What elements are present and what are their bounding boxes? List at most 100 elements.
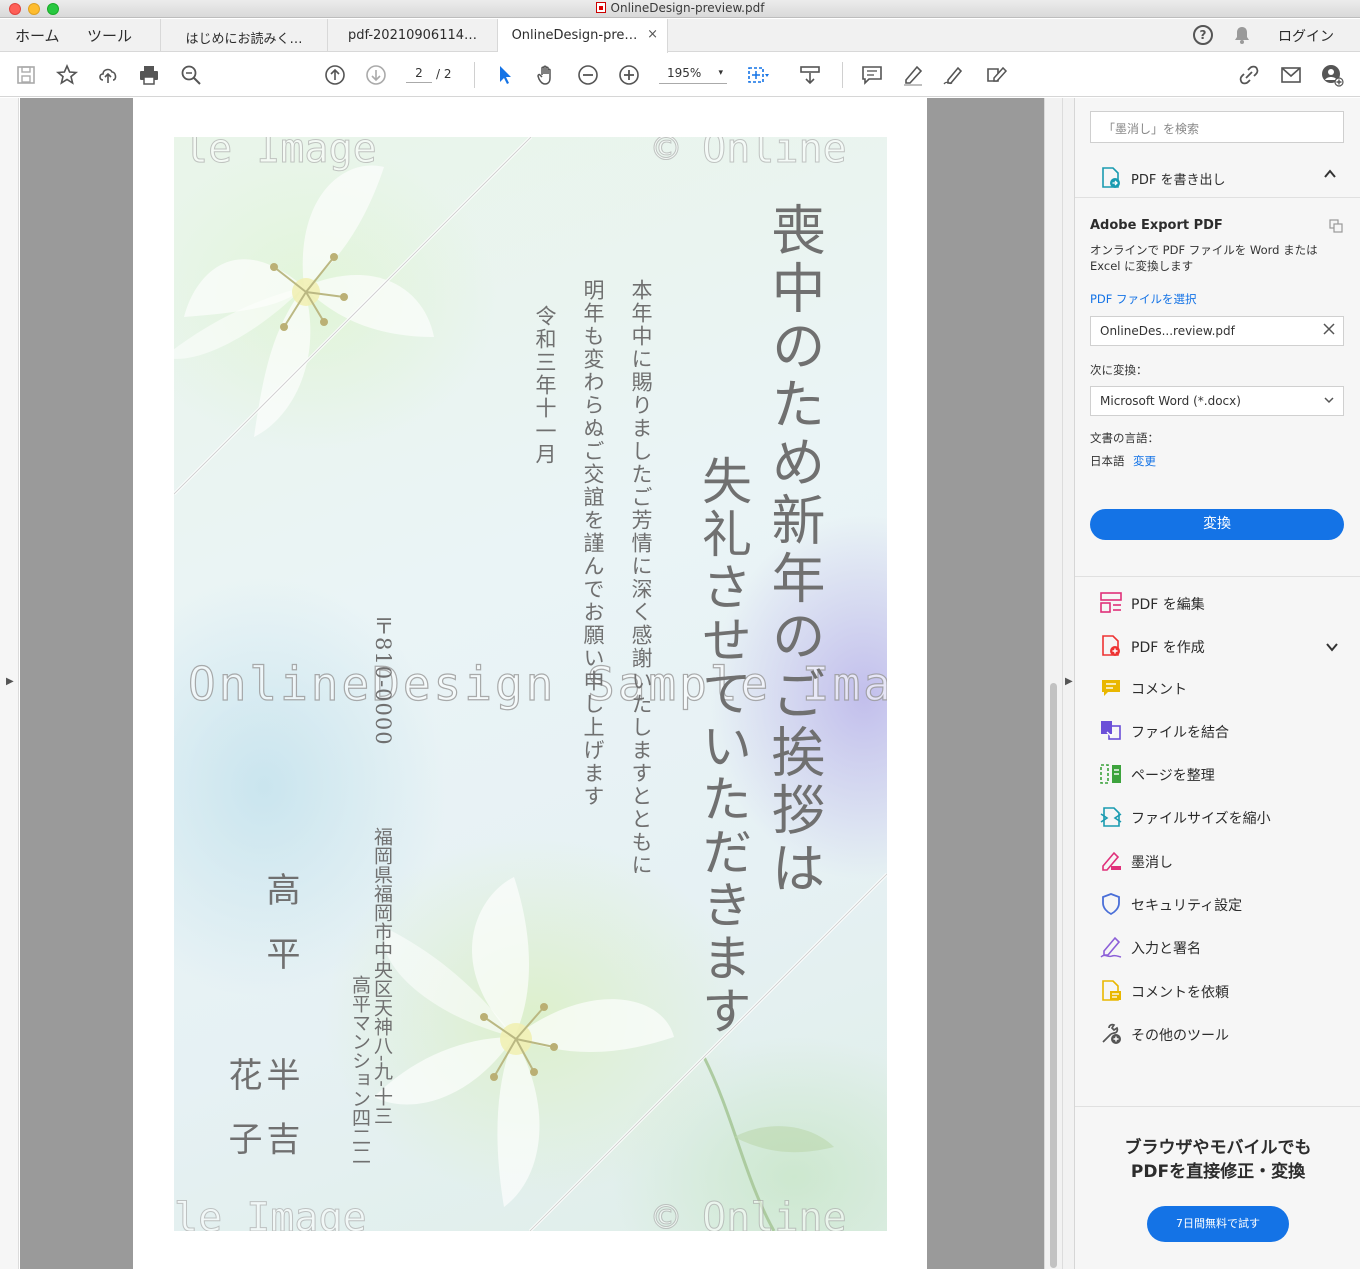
tab-onlinedesign-preview[interactable]: OnlineDesign-pre… ×: [498, 19, 668, 53]
export-pdf-label: PDF を書き出し: [1131, 173, 1226, 188]
edit-pdf-icon: [1100, 592, 1122, 613]
tab-label: はじめにお読みく…: [185, 32, 303, 47]
tool-security[interactable]: セキュリティ設定: [1099, 890, 1349, 918]
title-line-1: 喪中のため新年のご挨拶は: [762, 202, 825, 898]
login-link[interactable]: ログイン: [1278, 26, 1334, 46]
chevron-up-icon[interactable]: [1323, 167, 1337, 185]
tool-label: 入力と署名: [1131, 941, 1201, 957]
tool-label: ファイルを結合: [1131, 725, 1229, 741]
copy-icon[interactable]: [1329, 218, 1343, 237]
tab-readme[interactable]: はじめにお読みく…: [160, 19, 328, 52]
tab-bar: ホーム ツール はじめにお読みく… pdf-20210906114… Onlin…: [0, 19, 1360, 53]
select-pdf-link[interactable]: PDF ファイルを選択: [1090, 291, 1197, 307]
export-pdf-header[interactable]: PDF を書き出し: [1075, 156, 1360, 198]
export-description: オンラインで PDF ファイルを Word または Excel に変換します: [1090, 243, 1318, 273]
address-line-2: 高平マンション四二二: [349, 975, 371, 1165]
expand-left-icon[interactable]: ▶: [6, 676, 14, 687]
document-language-label: 文書の言語：: [1090, 431, 1159, 445]
page-total: / 2: [436, 67, 452, 81]
svg-text:le Image: le Image: [184, 137, 377, 172]
promo-line-1: ブラウザやモバイルでも: [1124, 1138, 1312, 1158]
chevron-down-icon[interactable]: [1325, 639, 1339, 658]
tool-fill-sign[interactable]: 入力と署名: [1099, 933, 1349, 961]
zoom-level-select[interactable]: 195% ▾: [659, 66, 727, 84]
shield-icon: [1102, 893, 1120, 916]
scrollbar-thumb[interactable]: [1050, 683, 1057, 1268]
vertical-scrollbar[interactable]: [1044, 98, 1062, 1269]
tool-label: 墨消し: [1131, 855, 1173, 871]
highlight-pen-icon[interactable]: [901, 63, 925, 87]
next-page-icon[interactable]: [364, 63, 388, 87]
tool-organize-pages[interactable]: ページを整理: [1099, 760, 1349, 788]
tool-more-tools[interactable]: その他のツール: [1099, 1020, 1349, 1048]
fit-page-icon[interactable]: [746, 63, 770, 87]
redact-icon: [1102, 851, 1121, 871]
tab-label: pdf-20210906114…: [347, 28, 478, 43]
cloud-upload-icon[interactable]: [96, 63, 120, 87]
postal-code: 〒810-0000: [371, 615, 395, 746]
section-divider: [1075, 576, 1360, 577]
tool-compress-pdf[interactable]: ファイルサイズを縮小: [1099, 803, 1349, 831]
zoom-out-icon[interactable]: [576, 63, 600, 87]
tool-edit-pdf[interactable]: PDF を編集: [1099, 589, 1349, 617]
left-panel-toggle[interactable]: ▶: [0, 98, 19, 1269]
close-tab-icon[interactable]: ×: [647, 27, 658, 42]
right-panel-toggle[interactable]: ▶: [1062, 98, 1074, 1269]
request-comment-icon: [1102, 980, 1121, 1001]
tab-label: OnlineDesign-pre…: [511, 28, 638, 43]
tool-combine-files[interactable]: ファイルを結合: [1099, 717, 1349, 745]
tool-create-pdf[interactable]: PDF を作成: [1099, 632, 1349, 660]
scroll-mode-icon[interactable]: [798, 63, 822, 87]
free-trial-button[interactable]: 7日間無料で試す: [1147, 1206, 1289, 1242]
combine-icon: [1101, 721, 1121, 740]
tool-label: コメントを依頼: [1131, 985, 1229, 1001]
organize-icon: [1100, 764, 1121, 784]
document-language-value: 日本語: [1090, 454, 1125, 468]
stamp-edit-icon[interactable]: [984, 63, 1008, 87]
tools-search-input[interactable]: 「墨消し」を検索: [1090, 111, 1344, 143]
convert-format-select[interactable]: Microsoft Word (*.docx): [1090, 386, 1344, 416]
select-cursor-icon[interactable]: [493, 63, 517, 87]
tool-comment[interactable]: コメント: [1099, 674, 1349, 702]
window-title: OnlineDesign-preview.pdf: [610, 1, 765, 15]
page-number-input[interactable]: 2: [406, 66, 432, 83]
svg-text:le Image: le Image: [174, 1195, 367, 1231]
given-name-2: 花子: [222, 1057, 262, 1185]
share-link-icon[interactable]: [1237, 63, 1261, 87]
bell-icon[interactable]: [1234, 26, 1250, 48]
nav-tools[interactable]: ツール: [87, 25, 132, 46]
zoom-in-icon[interactable]: [617, 63, 641, 87]
toolbar-divider: [842, 62, 843, 88]
save-icon[interactable]: [14, 63, 38, 87]
window-title-wrap: OnlineDesign-preview.pdf: [0, 1, 1360, 15]
tool-request-comments[interactable]: コメントを依頼: [1099, 977, 1349, 1005]
draw-sign-icon[interactable]: [942, 63, 966, 87]
previous-page-icon[interactable]: [323, 63, 347, 87]
pdf-file-icon: [595, 2, 606, 13]
hand-tool-icon[interactable]: [534, 63, 558, 87]
mail-icon[interactable]: [1279, 63, 1303, 87]
convert-to-label: 次に変換：: [1090, 363, 1148, 377]
print-icon[interactable]: [137, 63, 161, 87]
tab-pdf-20210906[interactable]: pdf-20210906114…: [328, 19, 498, 52]
tools-pane: 「墨消し」を検索 PDF を書き出し Adobe Export PDF オンライ…: [1074, 98, 1360, 1269]
bookmark-star-icon[interactable]: [55, 63, 79, 87]
clear-file-icon[interactable]: [1323, 323, 1335, 338]
comment-tool-icon[interactable]: [860, 63, 884, 87]
comment-icon: [1102, 680, 1120, 696]
add-user-icon[interactable]: [1320, 63, 1344, 87]
tool-redact[interactable]: 墨消し: [1099, 847, 1349, 875]
help-icon[interactable]: ?: [1193, 25, 1213, 45]
title-line-2: 失礼させていただきます: [694, 455, 752, 1038]
export-title: Adobe Export PDF: [1090, 218, 1223, 233]
zoom-search-icon[interactable]: [179, 63, 203, 87]
selected-file-field: OnlineDes...review.pdf: [1090, 316, 1344, 346]
collapse-right-icon[interactable]: ▶: [1065, 676, 1073, 687]
nav-home[interactable]: ホーム: [15, 25, 60, 46]
change-language-link[interactable]: 変更: [1133, 453, 1156, 469]
mourning-card: le Image © Online le Image © Online Onli…: [174, 137, 887, 1231]
body-line-1: 本年中に賜りましたご芳情に深く感謝いたしますとともに: [629, 279, 653, 877]
main-toolbar: 2 / 2 195% ▾: [0, 53, 1360, 97]
more-tools-icon: [1102, 1023, 1121, 1044]
convert-button[interactable]: 変換: [1090, 509, 1344, 540]
